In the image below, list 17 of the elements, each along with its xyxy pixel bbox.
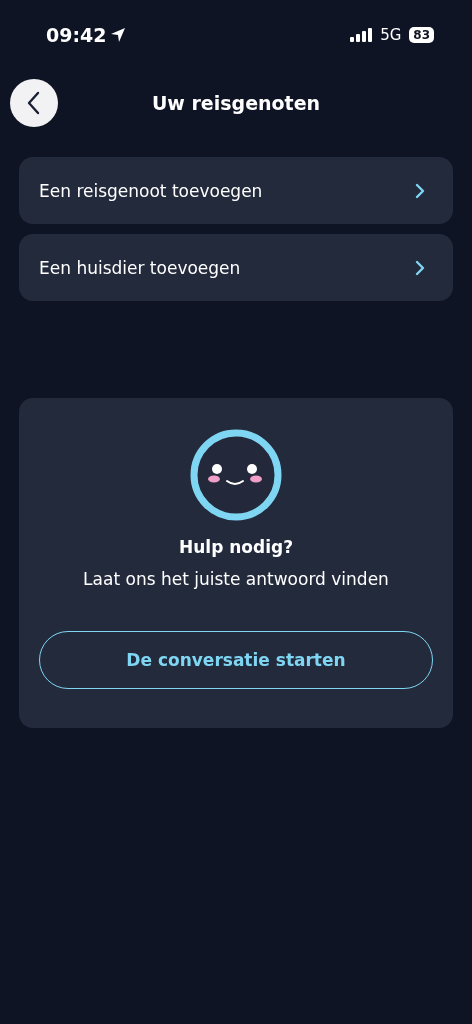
menu-item-label: Een huisdier toevoegen <box>39 257 241 278</box>
chevron-right-icon <box>415 182 425 199</box>
clock-time: 09:42 <box>46 24 107 46</box>
menu-item-label: Een reisgenoot toevoegen <box>39 180 263 201</box>
back-button[interactable] <box>10 79 58 127</box>
menu-item[interactable]: Een reisgenoot toevoegen <box>19 157 453 224</box>
network-label: 5G <box>380 26 402 44</box>
help-subtitle: Laat ons het juiste antwoord vinden <box>83 569 389 589</box>
menu-item[interactable]: Een huisdier toevoegen <box>19 234 453 301</box>
back-icon <box>27 91 41 115</box>
page-title: Uw reisgenoten <box>151 92 321 114</box>
help-title: Hulp nodig? <box>178 537 294 557</box>
signal-icon <box>350 27 375 43</box>
chevron-right-icon <box>415 259 425 276</box>
battery-indicator: 83 <box>409 27 434 43</box>
smiley-icon <box>190 429 282 521</box>
location-arrow-icon <box>110 27 127 43</box>
